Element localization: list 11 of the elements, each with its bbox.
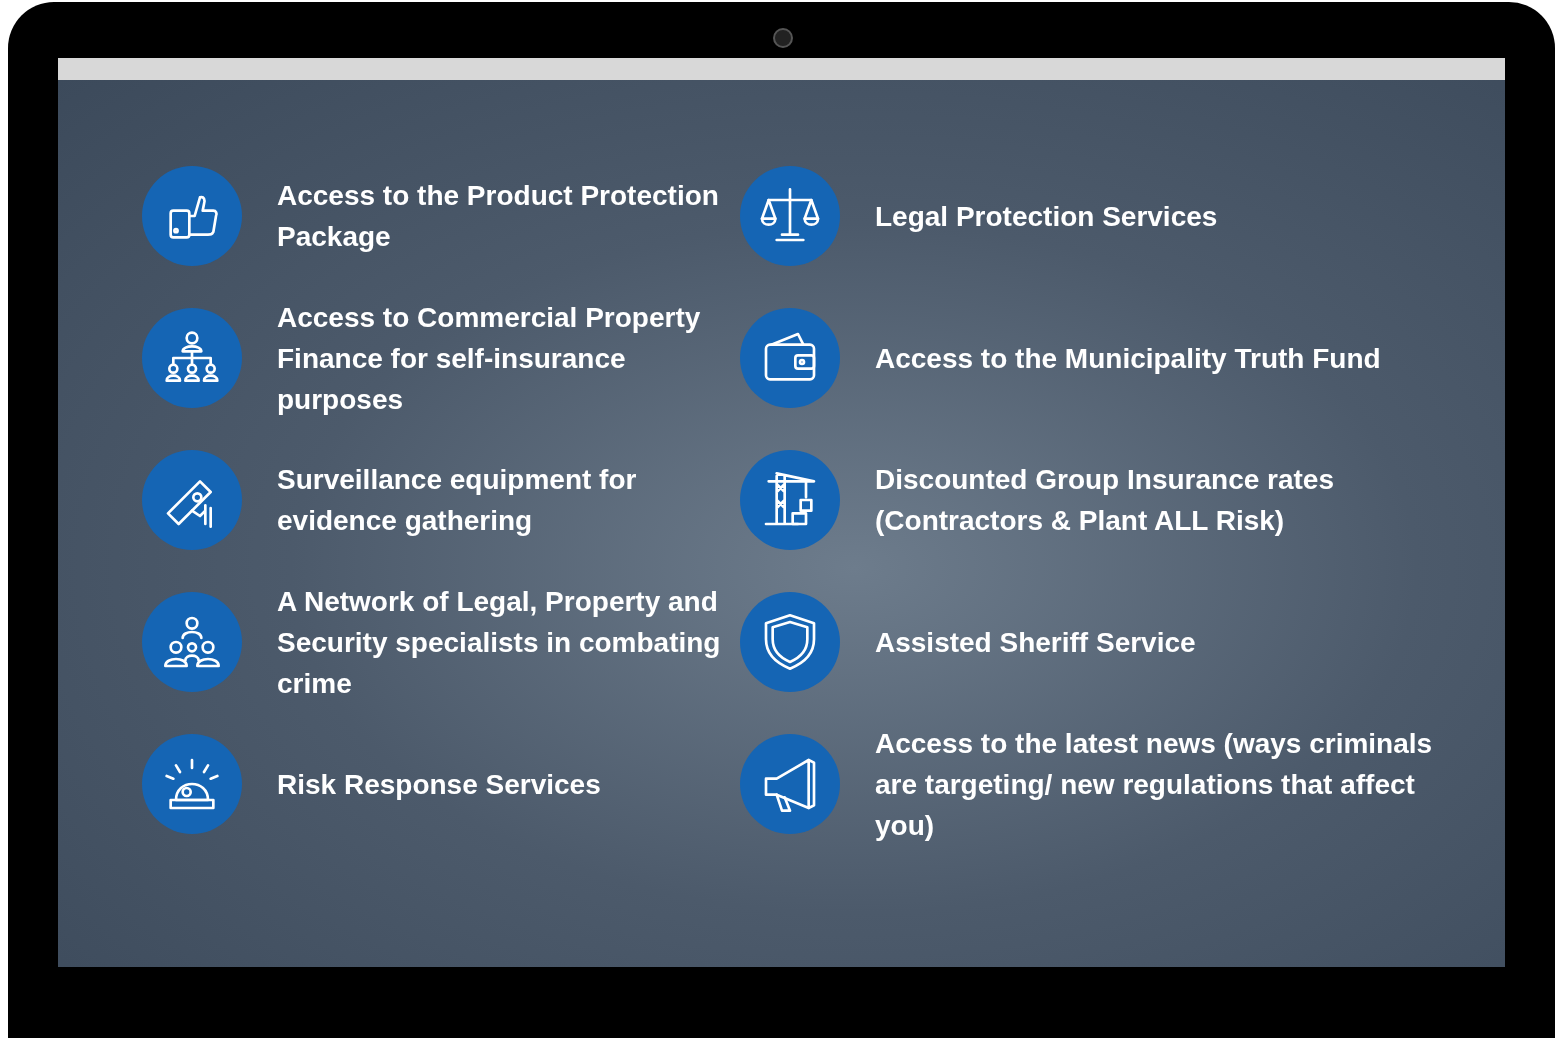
- feature-label: Access to the Product Protection Package: [277, 179, 720, 254]
- feature-label: Risk Response Services: [277, 767, 601, 802]
- feature-label: Assisted Sheriff Service: [875, 625, 1196, 660]
- feature-label: Access to the Municipality Truth Fund: [875, 341, 1381, 376]
- feature-label: Discounted Group Insurance rates (Contractors & Plant ALL Risk): [875, 463, 1335, 538]
- webcam-dot: [773, 28, 793, 48]
- feature-label: Surveillance equipment for evidence gathering: [277, 463, 638, 538]
- feature-label: Access to Commercial Property Finance for self-insurance purposes: [277, 300, 702, 417]
- feature-label: A Network of Legal, Property and Security specialists in combating crime: [277, 584, 722, 701]
- feature-label: Legal Protection Services: [875, 199, 1218, 234]
- feature-label: Access to the latest news (ways criminals are targeting/ new regulations that affect you): [875, 726, 1434, 843]
